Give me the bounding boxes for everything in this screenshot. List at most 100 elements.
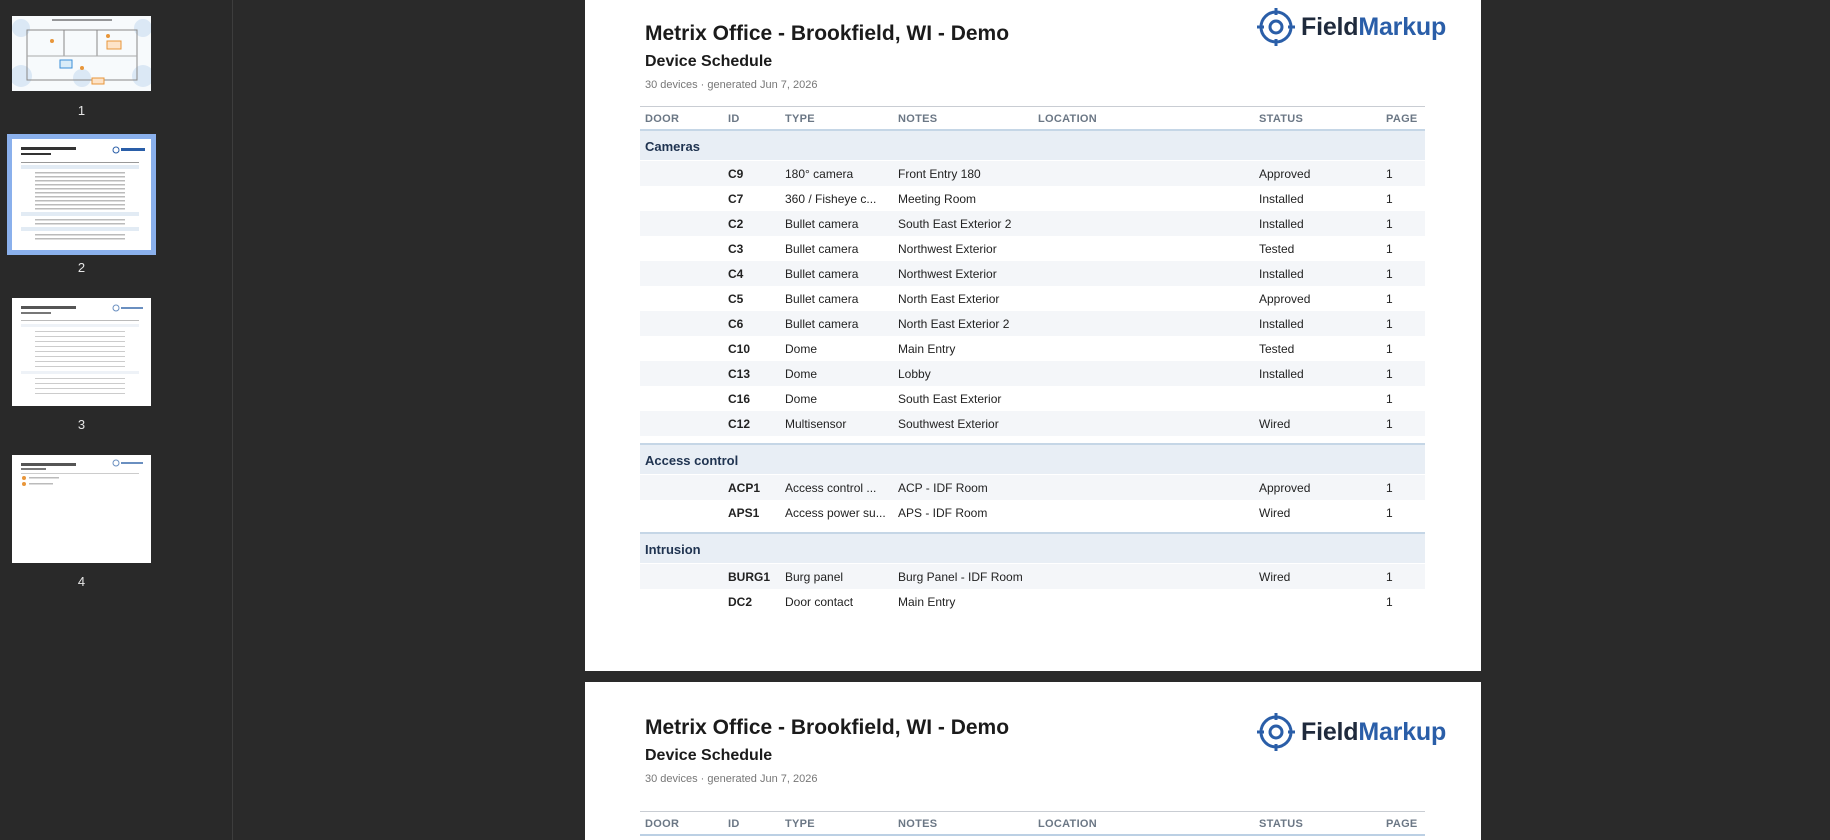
column-header-notes: NOTES	[898, 113, 938, 125]
column-header-notes: NOTES	[898, 818, 938, 830]
cell-status: Approved	[1259, 481, 1311, 495]
page-thumbnail-3[interactable]	[12, 298, 151, 406]
group-header-label: Intrusion	[645, 542, 701, 557]
cell-id: C10	[728, 342, 751, 356]
cell-notes: Lobby	[898, 367, 931, 381]
table-row[interactable]: C3 Bullet camera Northwest Exterior Tested 1	[640, 236, 1425, 261]
cell-id: APS1	[728, 506, 760, 520]
cell-page: 1	[1386, 192, 1393, 206]
page-subtitle: Device Schedule	[645, 53, 773, 70]
table-row[interactable]: C6 Bullet camera North East Exterior 2 Inst…	[640, 311, 1425, 336]
cell-status: Approved	[1259, 292, 1311, 306]
cell-id: C12	[728, 417, 751, 431]
cell-type: Access power su...	[785, 506, 886, 520]
logo-text-markup: Markup	[1358, 12, 1447, 41]
cell-type: Dome	[785, 342, 818, 356]
column-header-door: DOOR	[645, 818, 680, 830]
cell-notes: Meeting Room	[898, 192, 977, 206]
cell-page: 1	[1386, 217, 1393, 231]
page-thumbnail-number: 1	[77, 103, 86, 118]
cell-type: Dome	[785, 367, 818, 381]
crosshair-target-icon	[1257, 713, 1295, 751]
table-row[interactable]: C5 Bullet camera North East Exterior Approv…	[640, 286, 1425, 311]
device-schedule-thumbnail-image	[12, 455, 151, 563]
page-thumbnail-2[interactable]	[7, 134, 156, 255]
cell-id: C6	[728, 317, 744, 331]
table-header: DOOR ID TYPE NOTES LOCATION STATUS PAGE	[640, 811, 1425, 836]
cell-page: 1	[1386, 317, 1393, 331]
cell-status: Wired	[1259, 417, 1291, 431]
document-page: Metrix Office - Brookfield, WI - Demo De…	[585, 682, 1481, 840]
table-row[interactable]: C13 Dome Lobby Installed 1	[640, 361, 1425, 386]
cell-type: Bullet camera	[785, 267, 859, 281]
cell-notes: Front Entry 180	[898, 167, 981, 181]
cell-id: C5	[728, 292, 744, 306]
cell-status: Installed	[1259, 192, 1304, 206]
cell-type: Bullet camera	[785, 292, 859, 306]
cell-page: 1	[1386, 481, 1393, 495]
cell-id: DC2	[728, 595, 753, 609]
cell-id: BURG1	[728, 570, 771, 584]
table-header: DOOR ID TYPE NOTES LOCATION STATUS PAGE	[640, 106, 1425, 131]
cell-notes: Northwest Exterior	[898, 242, 997, 256]
document-viewer[interactable]: Metrix Office - Brookfield, WI - Demo De…	[233, 0, 1830, 840]
cell-notes: Main Entry	[898, 342, 956, 356]
page-title: Metrix Office - Brookfield, WI - Demo	[645, 22, 1010, 45]
cell-notes: North East Exterior 2	[898, 317, 1010, 331]
cell-page: 1	[1386, 367, 1393, 381]
cell-id: C7	[728, 192, 744, 206]
table-row[interactable]: C16 Dome South East Exterior 1	[640, 386, 1425, 411]
table-row[interactable]: C7 360 / Fisheye c... Meeting Room Installe…	[640, 186, 1425, 211]
cell-notes: Main Entry	[898, 595, 956, 609]
cell-type: Dome	[785, 392, 818, 406]
logo-text-markup: Markup	[1358, 717, 1447, 746]
group-header-label: Access control	[645, 453, 739, 468]
document-page: Metrix Office - Brookfield, WI - Demo De…	[585, 0, 1481, 671]
cell-page: 1	[1386, 292, 1393, 306]
logo-text-field: Field	[1301, 717, 1359, 746]
page-thumbnail-number: 4	[77, 574, 86, 589]
column-header-id: ID	[728, 113, 740, 125]
table-row[interactable]: C12 Multisensor Southwest Exterior Wired 1	[640, 411, 1425, 436]
column-header-id: ID	[728, 818, 740, 830]
floor-plan-thumbnail-image	[12, 16, 151, 91]
cell-status: Wired	[1259, 506, 1291, 520]
device-schedule-thumbnail-image	[12, 139, 151, 250]
cell-notes: Northwest Exterior	[898, 267, 997, 281]
cell-id: C16	[728, 392, 751, 406]
page-thumbnail-4[interactable]	[12, 455, 151, 563]
cell-status: Tested	[1259, 242, 1295, 256]
table-row[interactable]: DC2 Door contact Main Entry 1	[640, 589, 1425, 614]
logo-text-field: Field	[1301, 12, 1359, 41]
page-thumbnail-number: 3	[77, 417, 86, 432]
cell-page: 1	[1386, 392, 1393, 406]
cell-type: Bullet camera	[785, 317, 859, 331]
table-row[interactable]: APS1 Access power su... APS - IDF Room Wire…	[640, 500, 1425, 525]
table-row[interactable]: C4 Bullet camera Northwest Exterior Install…	[640, 261, 1425, 286]
cell-type: Bullet camera	[785, 217, 859, 231]
page-thumbnail-number: 2	[77, 260, 86, 275]
cell-type: Door contact	[785, 595, 854, 609]
table-row[interactable]: C9 180° camera Front Entry 180 Approved 1	[640, 161, 1425, 186]
table-row[interactable]: ACP1 Access control ... ACP - IDF Room Appr…	[640, 475, 1425, 500]
group-header-label: Cameras	[645, 139, 700, 154]
column-header-type: TYPE	[785, 113, 815, 125]
table-row[interactable]: C2 Bullet camera South East Exterior 2 Inst…	[640, 211, 1425, 236]
cell-page: 1	[1386, 595, 1393, 609]
cell-status: Wired	[1259, 570, 1291, 584]
page-thumbnail-1[interactable]	[12, 16, 151, 91]
column-header-location: LOCATION	[1038, 113, 1098, 125]
cell-notes: Burg Panel - IDF Room	[898, 570, 1023, 584]
cell-page: 1	[1386, 242, 1393, 256]
cell-type: Multisensor	[785, 417, 847, 431]
table-row[interactable]: C10 Dome Main Entry Tested 1	[640, 336, 1425, 361]
group-header-row: Cameras	[640, 129, 1425, 160]
table-row[interactable]: BURG1 Burg panel Burg Panel - IDF Room Wire…	[640, 564, 1425, 589]
device-schedule-thumbnail-image	[12, 298, 151, 406]
cell-id: C4	[728, 267, 744, 281]
cell-type: 180° camera	[785, 167, 854, 181]
cell-page: 1	[1386, 267, 1393, 281]
page-title: Metrix Office - Brookfield, WI - Demo	[645, 716, 1010, 739]
cell-type: Access control ...	[785, 481, 877, 495]
cell-page: 1	[1386, 167, 1393, 181]
